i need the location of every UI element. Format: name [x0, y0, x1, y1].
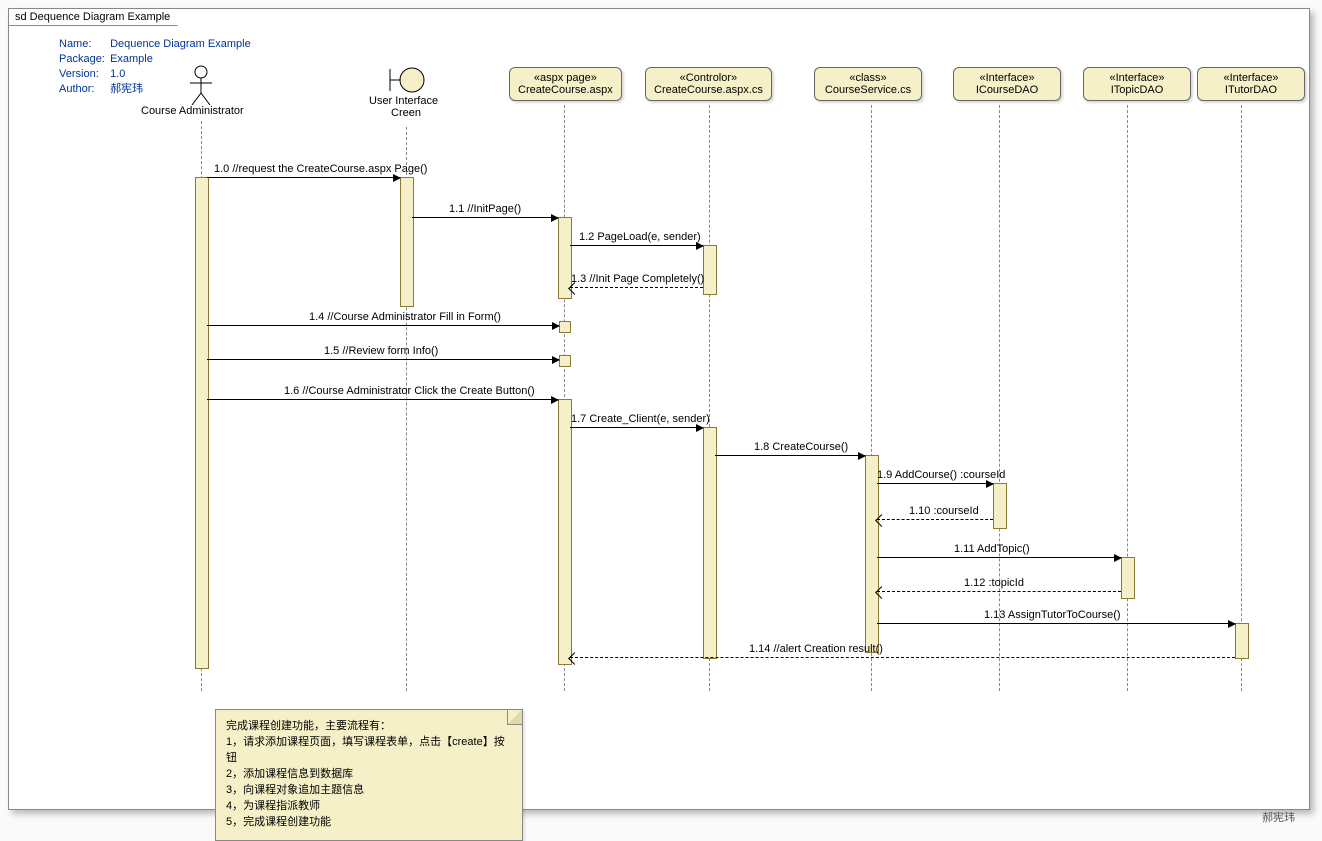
msg-6: 1.5 //Review form Info() — [324, 345, 438, 357]
arrow-m11 — [877, 519, 993, 520]
lifeline-icourse-dao: «Interface»ICourseDAO — [953, 67, 1061, 101]
note-l4: 3，向课程对象追加主题信息 — [226, 782, 512, 798]
lifeline-dash-7 — [1127, 105, 1128, 691]
meta-auth: 郝宪玮 — [110, 83, 143, 95]
meta-auth-label: Author: — [59, 82, 107, 97]
actor-icon — [186, 65, 216, 105]
boundary-label-1: User Interface — [369, 95, 433, 107]
arrow-m12 — [877, 557, 1121, 558]
meta-ver: 1.0 — [110, 68, 125, 80]
meta-pkg: Example — [110, 53, 153, 65]
msg-15: 1.14 //alert Creation result() — [749, 643, 883, 655]
activation-aspx-2 — [558, 399, 572, 665]
lifeline-itutor-dao: «Interface»ITutorDAO — [1197, 67, 1305, 101]
meta-name-label: Name: — [59, 37, 107, 52]
arrow-m9 — [715, 455, 865, 456]
actor-label: Course Administrator — [141, 105, 231, 117]
actor-course-admin: Course Administrator — [171, 65, 231, 117]
msg-12: 1.11 AddTopic() — [954, 543, 1030, 555]
msg-2: 1.1 //InitPage() — [449, 203, 521, 215]
activation-cs-2 — [703, 427, 717, 659]
msg-13: 1.12 :topicId — [964, 577, 1024, 589]
arrow-m2 — [412, 217, 558, 218]
activation-small-2 — [559, 355, 571, 367]
arrow-m8 — [570, 427, 703, 428]
arrow-m13 — [877, 591, 1121, 592]
msg-4: 1.3 //Init Page Completely() — [571, 273, 704, 285]
boundary-label-2: Creen — [379, 107, 433, 119]
msg-3: 1.2 PageLoad(e, sender) — [579, 231, 701, 243]
meta-name: Dequence Diagram Example — [110, 38, 251, 50]
msg-5: 1.4 //Course Administrator Fill in Form(… — [309, 311, 501, 323]
activation-cs-1 — [703, 245, 717, 295]
arrow-m5 — [207, 325, 559, 326]
msg-14: 1.13 AssignTutorToCourse() — [984, 609, 1121, 621]
lifeline-itopic-dao: «Interface»ITopicDAO — [1083, 67, 1191, 101]
note-l1: 完成课程创建功能，主要流程有： — [226, 718, 512, 734]
sequence-diagram-frame: sd Dequence Diagram Example Name: Dequen… — [8, 8, 1310, 810]
arrow-m15 — [570, 657, 1235, 658]
msg-9: 1.8 CreateCourse() — [754, 441, 848, 453]
lifeline-create-course-aspx: «aspx page»CreateCourse.aspx — [509, 67, 622, 101]
meta-ver-label: Version: — [59, 67, 107, 82]
activation-admin — [195, 177, 209, 669]
note-l3: 2，添加课程信息到数据库 — [226, 766, 512, 782]
msg-8: 1.7 Create_Client(e, sender) — [571, 413, 710, 425]
lifeline-course-service: «class»CourseService.cs — [814, 67, 922, 101]
boundary-ui-creen: User Interface Creen — [379, 65, 433, 119]
msg-11: 1.10 :courseId — [909, 505, 979, 517]
lifeline-create-course-cs: «Controlor»CreateCourse.aspx.cs — [645, 67, 772, 101]
arrow-m14 — [877, 623, 1235, 624]
frame-label: sd Dequence Diagram Example — [8, 8, 189, 26]
arrow-m10 — [877, 483, 993, 484]
note-l2: 1，请求添加课程页面，填写课程表单，点击【create】按钮 — [226, 734, 512, 766]
lifeline-dash-6 — [999, 105, 1000, 691]
note-l6: 5，完成课程创建功能 — [226, 814, 512, 830]
activation-coursedao — [993, 483, 1007, 529]
arrow-m7 — [207, 399, 558, 400]
author-signature: 郝宪玮 — [1262, 809, 1295, 825]
activation-tutordao — [1235, 623, 1249, 659]
activation-ui — [400, 177, 414, 307]
boundary-icon — [386, 65, 426, 95]
msg-7: 1.6 //Course Administrator Click the Cre… — [284, 385, 535, 397]
activation-small-1 — [559, 321, 571, 333]
arrow-m4 — [570, 287, 703, 288]
msg-10: 1.9 AddCourse() :courseId — [877, 469, 1005, 481]
arrow-m3 — [570, 245, 703, 246]
note-l5: 4，为课程指派教师 — [226, 798, 512, 814]
meta-pkg-label: Package: — [59, 52, 107, 67]
note-block: 完成课程创建功能，主要流程有： 1，请求添加课程页面，填写课程表单，点击【cre… — [215, 709, 523, 841]
msg-1: 1.0 //request the CreateCourse.aspx Page… — [214, 163, 427, 175]
lifeline-dash-8 — [1241, 105, 1242, 691]
arrow-m1 — [207, 177, 400, 178]
activation-topicdao — [1121, 557, 1135, 599]
arrow-m6 — [207, 359, 559, 360]
